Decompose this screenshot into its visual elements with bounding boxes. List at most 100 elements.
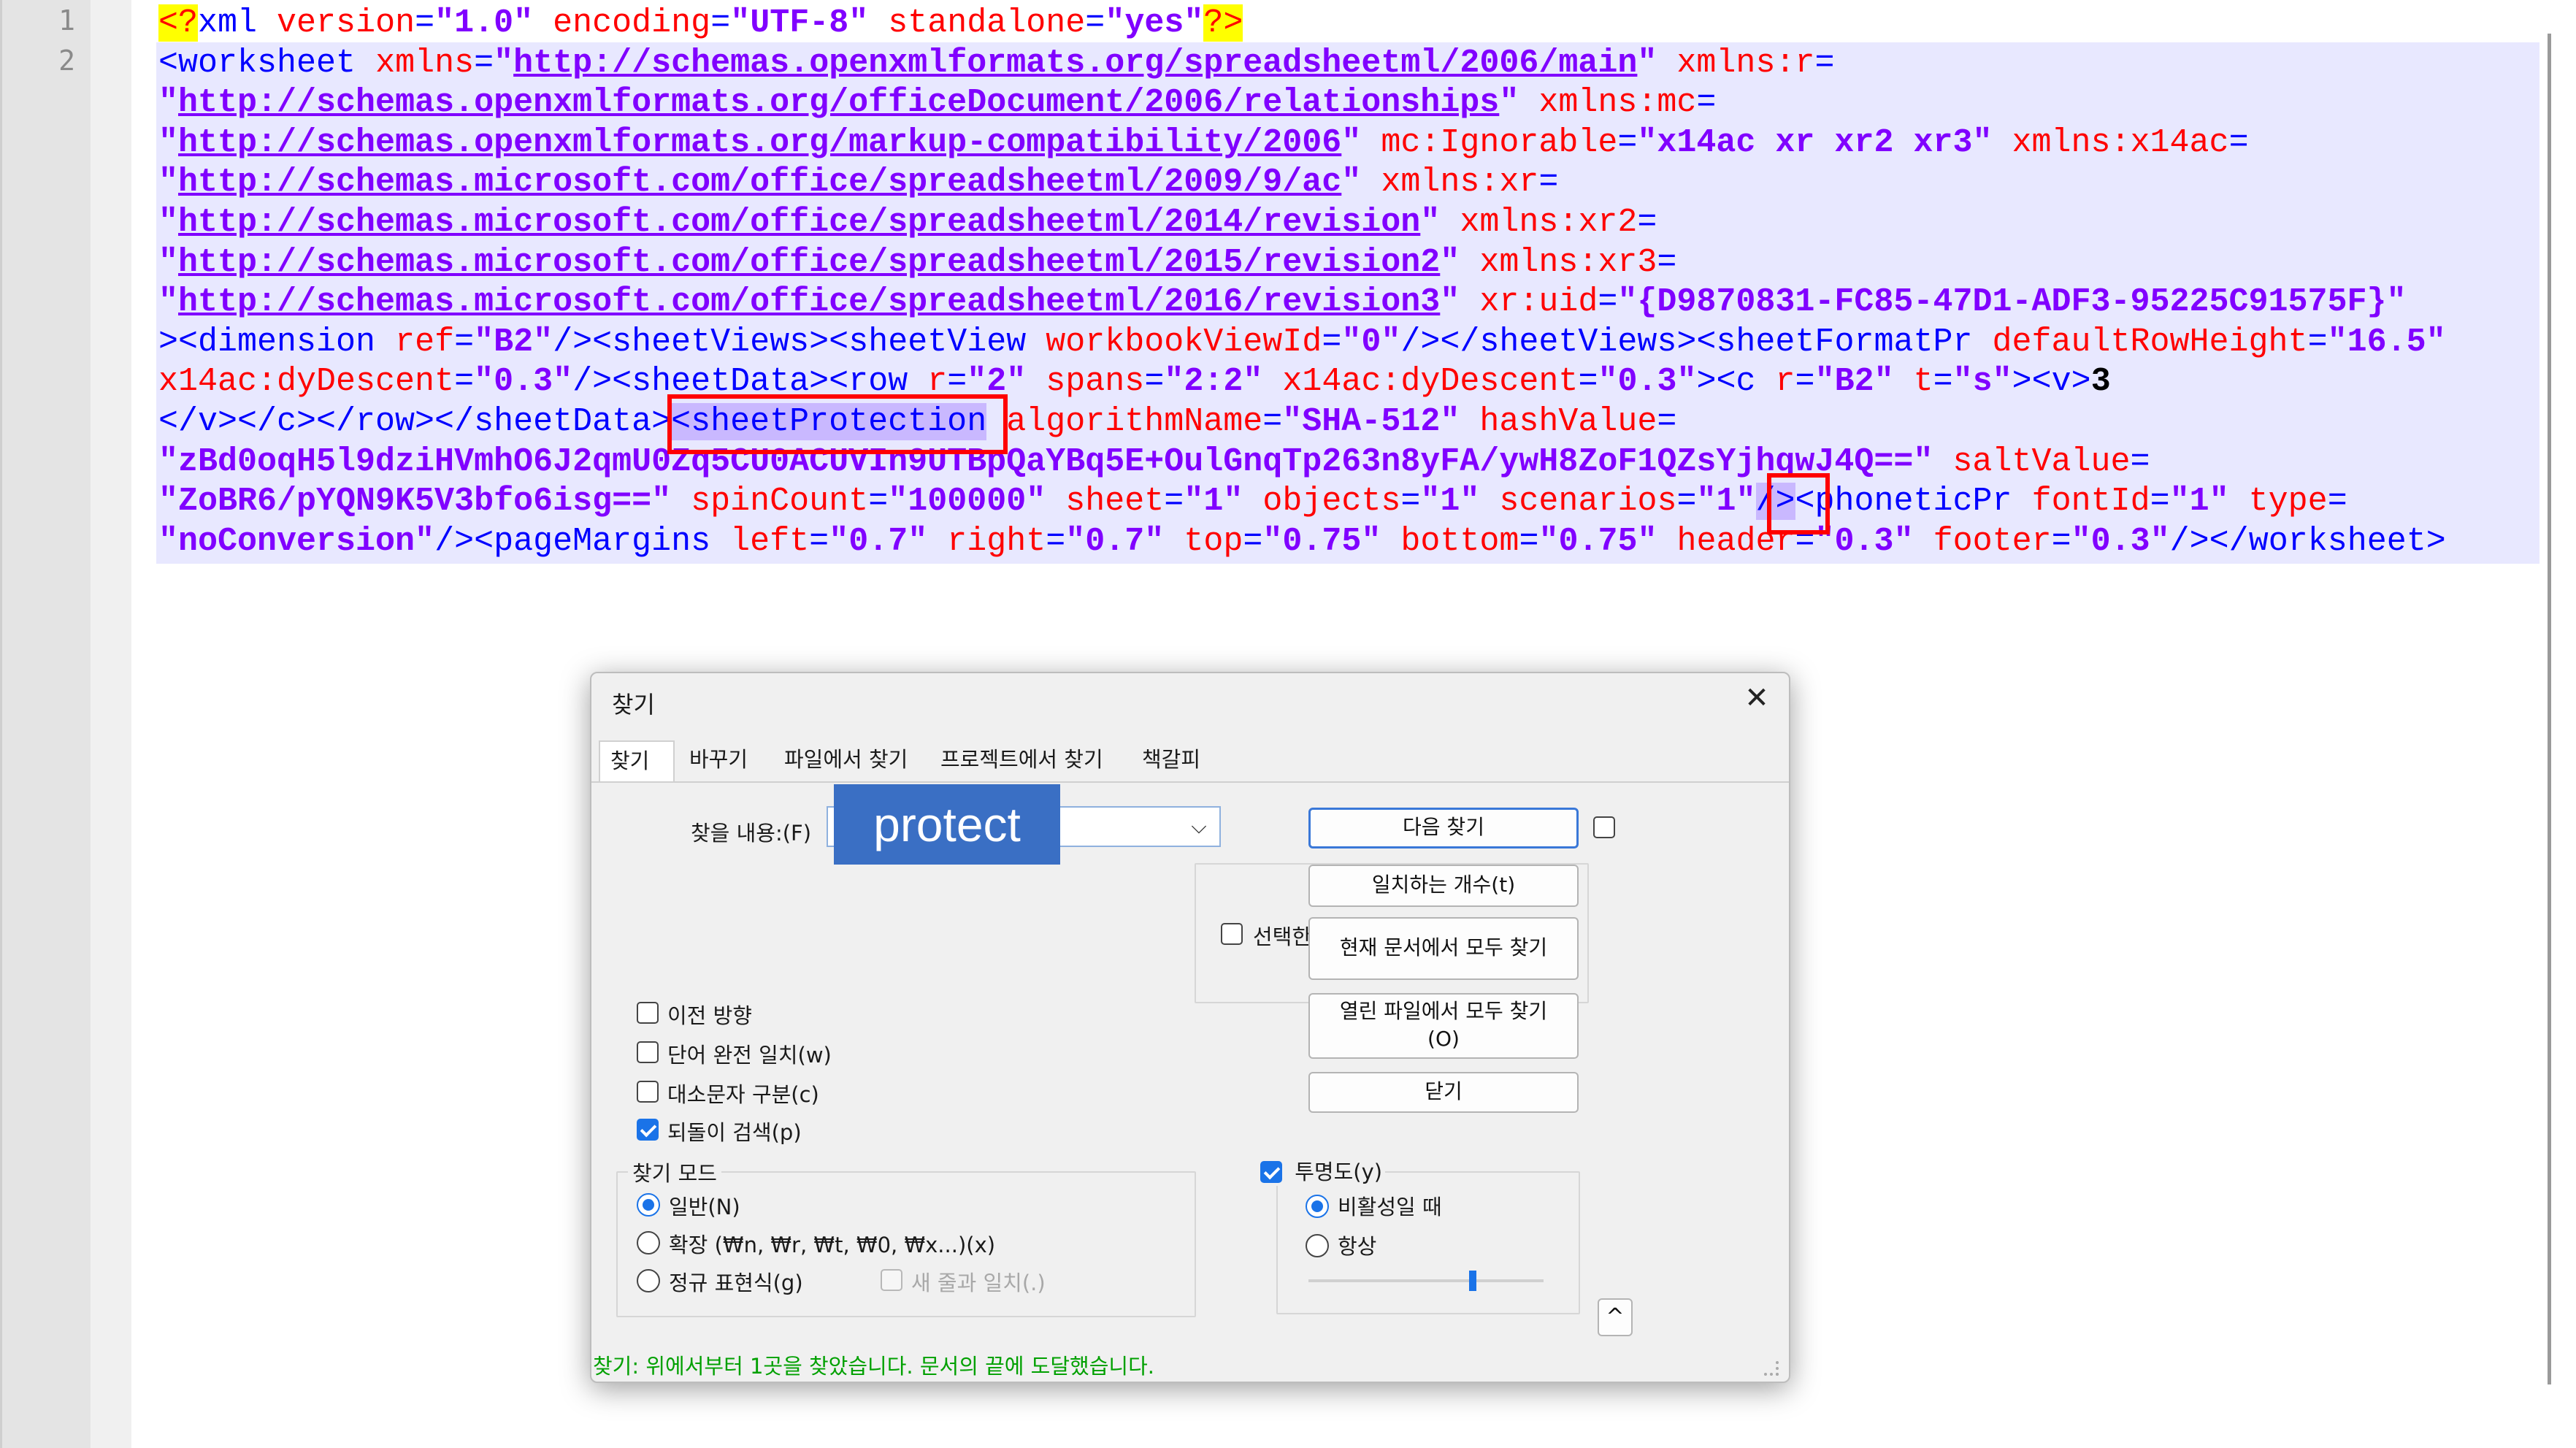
code-token: "0.3"	[2071, 522, 2170, 560]
transparency-on-losing-focus-label: 비활성일 때	[1338, 1195, 1442, 1219]
tab-replace[interactable]: 바꾸기	[679, 740, 770, 783]
code-token: "x14ac xr xr2 xr3"	[1637, 123, 1993, 161]
match-case-checkbox[interactable]	[637, 1081, 659, 1103]
code-token: "	[158, 243, 179, 281]
highlight-box-tag-end	[1767, 473, 1830, 535]
search-mode-extended-label: 확장 (₩n, ₩r, ₩t, ₩0, ₩x...)(x)	[669, 1233, 996, 1257]
code-token: hashValue	[1479, 403, 1657, 440]
code-line[interactable]: "http://schemas.microsoft.com/office/spr…	[158, 202, 1657, 242]
code-token: "	[494, 44, 514, 82]
search-input[interactable]: protect	[834, 784, 1060, 865]
tab-bookmarks[interactable]: 책갈피	[1132, 740, 1212, 783]
count-button[interactable]: 일치하는 개수(t)	[1308, 865, 1579, 907]
chevron-down-icon[interactable]: ⌵	[1184, 811, 1214, 843]
transparency-checkbox[interactable]	[1260, 1161, 1282, 1183]
code-token: http://schemas.microsoft.com/office/spre…	[178, 204, 1421, 241]
resize-grip-icon[interactable]	[1764, 1361, 1779, 1376]
code-token: http://schemas.openxmlformats.org/markup…	[178, 123, 1342, 161]
transparency-always-radio[interactable]	[1306, 1234, 1329, 1257]
code-line[interactable]: "http://schemas.microsoft.com/office/spr…	[158, 242, 1676, 283]
code-line[interactable]: ><dimension ref="B2"/><sheetViews><sheet…	[158, 322, 2446, 362]
line-number: 2	[58, 45, 75, 77]
code-token: =	[1657, 403, 1677, 440]
transparency-always-label: 항상	[1338, 1234, 1377, 1259]
code-token: "0.75"	[1538, 522, 1657, 560]
code-token: =	[868, 483, 889, 521]
code-line[interactable]: "zBd0oqH5l9dziHVmhO6J2qmU0Zq5CU0ACUVIn9U…	[158, 442, 2150, 482]
matches-newline-label: 새 줄과 일치(.)	[911, 1271, 1046, 1295]
tab-find-in-projects[interactable]: 프로젝트에서 찾기	[930, 740, 1127, 783]
transparency-slider-thumb[interactable]	[1469, 1271, 1477, 1291]
search-mode-title: 찾기 모드	[628, 1157, 721, 1187]
code-line[interactable]: x14ac:dyDescent="0.3"/><sheetData><row r…	[158, 361, 2111, 402]
dialog-title: 찾기	[612, 691, 655, 719]
code-token: "	[158, 123, 179, 161]
find-what-label: 찾을 내용:(F)	[691, 821, 812, 846]
chevron-up-icon[interactable]: ^	[1598, 1298, 1633, 1336]
code-line[interactable]: <?xml version="1.0" encoding="UTF-8" sta…	[158, 3, 1243, 43]
search-mode-extended-radio[interactable]	[637, 1231, 660, 1254]
code-token: <worksheet	[158, 44, 376, 82]
close-button[interactable]: 닫기	[1308, 1072, 1579, 1113]
code-token: =	[2307, 323, 2328, 361]
code-token: "0.3"	[474, 363, 573, 401]
code-line[interactable]: "http://schemas.openxmlformats.org/marku…	[158, 123, 2249, 163]
transparency-on-losing-focus-radio[interactable]	[1306, 1195, 1329, 1218]
find-next-option-checkbox[interactable]	[1593, 816, 1615, 838]
code-token: version	[277, 4, 415, 42]
transparency-slider-track[interactable]	[1308, 1279, 1544, 1282]
close-icon[interactable]: ✕	[1741, 682, 1773, 714]
find-next-button[interactable]: 다음 찾기	[1308, 808, 1579, 849]
code-token: saltValue	[1952, 443, 2131, 480]
code-line[interactable]: <worksheet xmlns="http://schemas.openxml…	[158, 43, 1834, 83]
code-token: "1"	[1420, 483, 1480, 521]
code-token: "1"	[1696, 483, 1756, 521]
code-token: right	[947, 522, 1046, 560]
code-token: encoding	[553, 4, 711, 42]
find-all-in-current-document-button[interactable]: 현재 문서에서 모두 찾기	[1308, 917, 1579, 980]
code-token: =	[2051, 522, 2071, 560]
code-token: "	[158, 84, 179, 122]
tab-find-in-files[interactable]: 파일에서 찾기	[774, 740, 926, 783]
code-line[interactable]: "http://schemas.openxmlformats.org/offic…	[158, 83, 1716, 123]
code-line[interactable]: "noConversion"/><pageMargins left="0.7" …	[158, 521, 2446, 562]
vertical-scrollbar[interactable]	[2548, 34, 2551, 1384]
search-mode-normal-radio[interactable]	[637, 1193, 660, 1217]
code-line[interactable]: "http://schemas.microsoft.com/office/spr…	[158, 162, 1558, 202]
code-token: "yes"	[1105, 4, 1204, 42]
code-token: "16.5"	[2327, 323, 2446, 361]
in-selection-checkbox[interactable]	[1221, 923, 1243, 945]
matches-newline-checkbox[interactable]	[881, 1269, 902, 1291]
match-whole-word-checkbox[interactable]	[637, 1041, 659, 1063]
code-token: http://schemas.microsoft.com/office/spre…	[178, 283, 1441, 321]
code-token: =	[2327, 483, 2347, 521]
code-token: sheet	[1065, 483, 1165, 521]
find-all-in-open-files-label: 열린 파일에서 모두 찾기	[1339, 999, 1548, 1023]
find-all-in-open-files-button[interactable]: 열린 파일에서 모두 찾기 (O)	[1308, 993, 1579, 1059]
tab-find[interactable]: 찾기	[599, 740, 675, 783]
search-mode-normal-label: 일반(N)	[669, 1195, 740, 1219]
code-token: xmlns:r	[1676, 44, 1815, 82]
code-token: type	[2248, 483, 2328, 521]
code-token: =	[1085, 4, 1105, 42]
code-token: r	[1775, 363, 1795, 401]
code-token: spinCount	[691, 483, 869, 521]
wrap-around-checkbox[interactable]	[637, 1119, 659, 1141]
code-token: "2:2"	[1164, 363, 1263, 401]
code-line[interactable]: "http://schemas.microsoft.com/office/spr…	[158, 282, 2407, 322]
code-token: http://schemas.openxmlformats.org/office…	[178, 84, 1500, 122]
search-mode-regex-radio[interactable]	[637, 1269, 660, 1292]
backward-direction-checkbox[interactable]	[637, 1002, 659, 1024]
code-line[interactable]: "ZoBR6/pYQN9K5V3bfo6isg==" spinCount="10…	[158, 481, 2347, 521]
code-token: "	[1499, 84, 1519, 122]
code-token: /></sheetViews><sheetFormatPr	[1400, 323, 1993, 361]
code-token: =	[1795, 363, 1815, 401]
dialog-tabs: 찾기 바꾸기 파일에서 찾기 프로젝트에서 찾기 책갈피	[591, 740, 1789, 783]
